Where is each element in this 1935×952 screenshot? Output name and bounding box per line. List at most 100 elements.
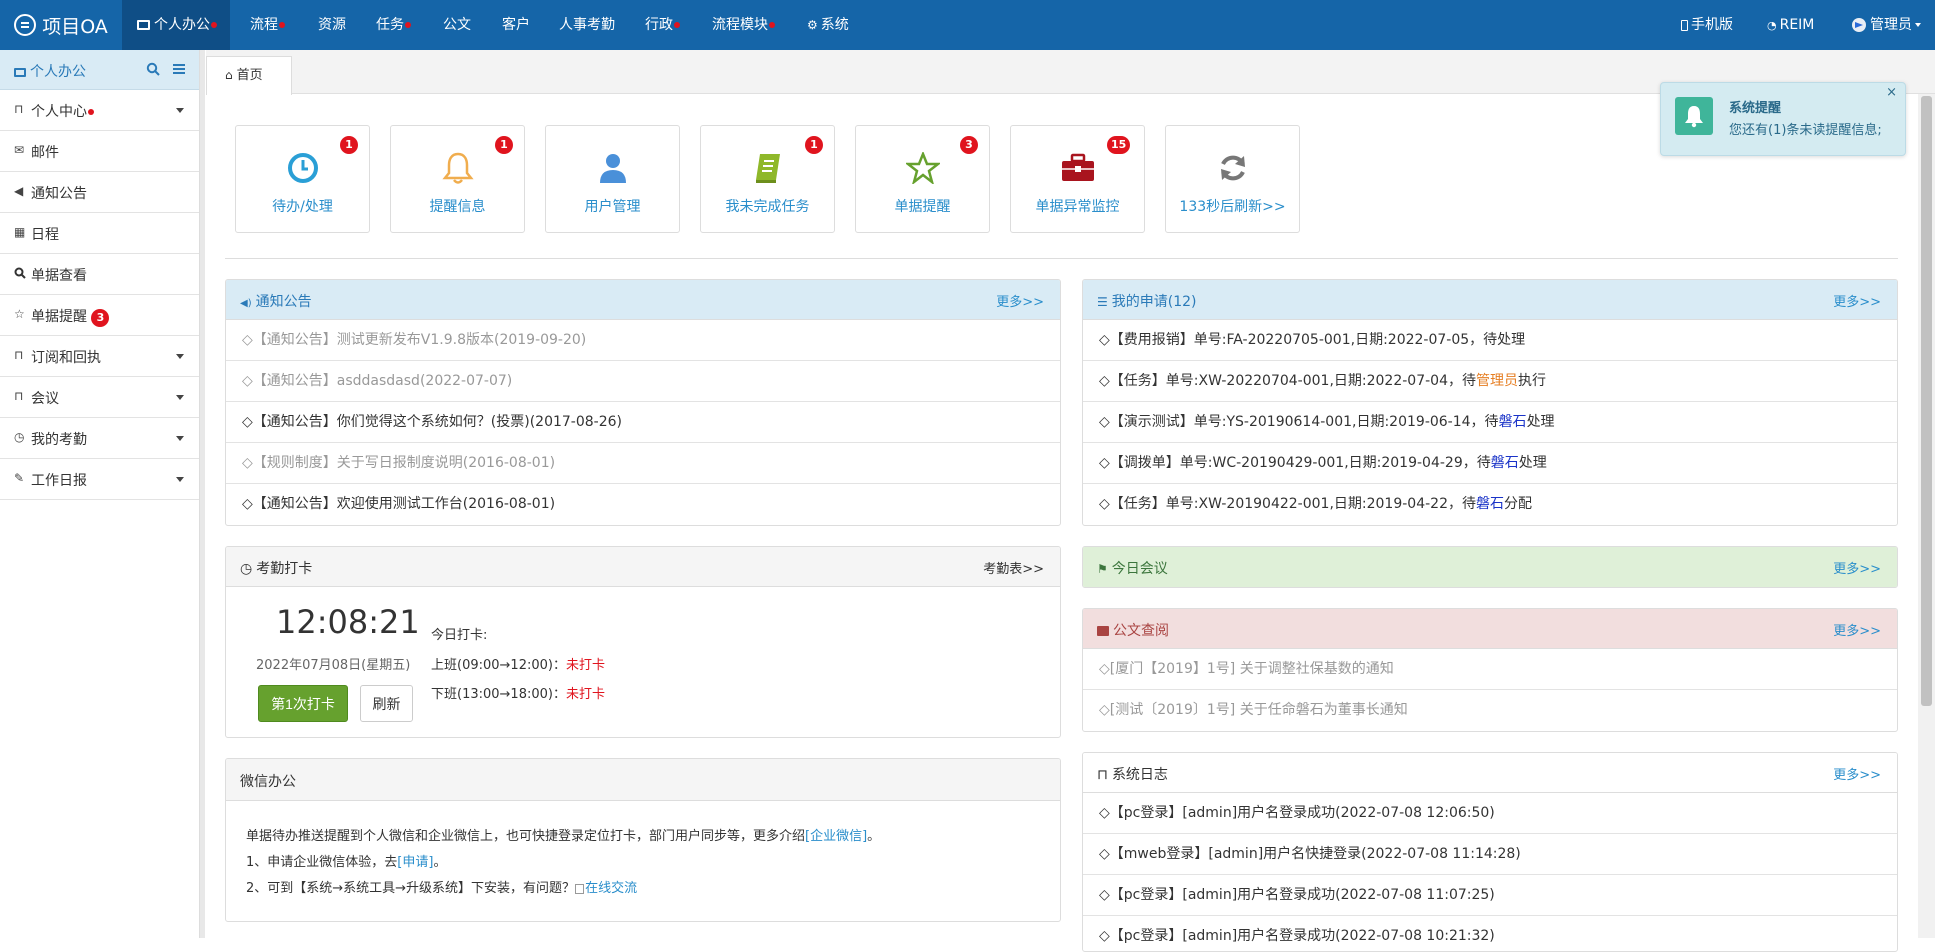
search-icon[interactable] <box>146 62 160 80</box>
clock-time: 12:08:21 <box>276 603 420 641</box>
nav-item-admin[interactable]: 行政 <box>645 0 680 50</box>
user-icon <box>546 150 679 186</box>
nav-dot <box>769 22 775 28</box>
bell-icon <box>391 150 524 186</box>
tile-user-manage[interactable]: 用户管理 <box>545 125 680 233</box>
nav-item-resource[interactable]: 资源 <box>318 0 346 50</box>
more-link[interactable]: 更多>> <box>1833 764 1881 783</box>
list-item[interactable]: ◇【任务】单号:XW-20190422-001,日期:2019-04-22，待磐… <box>1083 484 1897 525</box>
list-item[interactable]: ◇[厦门【2019】1号] 关于调整社保基数的通知 <box>1083 649 1897 690</box>
sidebar-item-daily-report[interactable]: ✎ 工作日报 <box>0 459 199 500</box>
nav-item-process[interactable]: 流程 <box>250 0 285 50</box>
tile-my-tasks[interactable]: 1 我未完成任务 <box>700 125 835 233</box>
edit-icon: ✎ <box>14 471 25 485</box>
nav-dot <box>674 22 680 28</box>
chat-icon: ◔ <box>1767 19 1777 32</box>
system-notification[interactable]: 系统提醒 您还有(1)条未读提醒信息; × <box>1660 82 1906 156</box>
apply-link[interactable]: [申请] <box>397 855 433 870</box>
caret-down-icon <box>176 395 184 400</box>
nav-item-customer[interactable]: 客户 <box>502 0 530 50</box>
am-punch-row: 上班(09:00→12:00)：未打卡 <box>431 658 605 673</box>
tile-refresh[interactable]: 133秒后刷新>> <box>1165 125 1300 233</box>
menu-icon[interactable] <box>172 62 186 80</box>
wechat-line-2: 1、申请企业微信体验，去[申请]。 <box>246 855 447 870</box>
nav-user[interactable]: 管理员 <box>1852 0 1921 50</box>
list-item[interactable]: ◇【调拨单】单号:WC-20190429-001,日期:2019-04-29，待… <box>1083 443 1897 484</box>
broken-image-icon <box>575 883 585 894</box>
list-item[interactable]: ◇【通知公告】欢迎使用测试工作台(2016-08-01) <box>226 484 1060 525</box>
list-item[interactable]: ◇【通知公告】测试更新发布V1.9.8版本(2019-09-20) <box>226 320 1060 361</box>
panel-header: ◷ 考勤打卡 考勤表>> <box>226 547 1060 587</box>
nav-item-system[interactable]: ⚙ 系统 <box>807 0 849 50</box>
nav-item-document[interactable]: 公文 <box>443 0 471 50</box>
caret-down-icon <box>176 354 184 359</box>
tile-todo[interactable]: 1 待办/处理 <box>235 125 370 233</box>
nav-dot <box>211 22 217 28</box>
nav-dot <box>405 22 411 28</box>
avatar <box>1852 18 1866 32</box>
nav-item-flow-module[interactable]: 流程模块 <box>712 0 775 50</box>
sidebar-item-meeting[interactable]: ⊓ 会议 <box>0 377 199 418</box>
nav-reim[interactable]: ◔ REIM <box>1767 0 1814 50</box>
sidebar-item-subscribe[interactable]: ⊓ 订阅和回执 <box>0 336 199 377</box>
more-link[interactable]: 更多>> <box>996 291 1044 310</box>
nav-item-hr[interactable]: 人事考勤 <box>559 0 615 50</box>
bookmark-icon: ⊓ <box>14 389 24 403</box>
list-item[interactable]: ◇[测试〔2019〕1号] 关于任命磐石为董事长通知 <box>1083 690 1897 731</box>
wechat-line-3: 2、可到【系统→系统工具→升级系统】下安装，有问题？ 在线交流 <box>246 881 638 896</box>
bookmark-icon: ⊓ <box>14 102 24 116</box>
clock-icon: ◷ <box>14 430 25 444</box>
list-item[interactable]: ◇【pc登录】[admin]用户名登录成功(2022-07-08 12:06:5… <box>1083 793 1897 834</box>
bell-icon <box>1675 97 1713 135</box>
refresh-button[interactable]: 刷新 <box>360 685 413 722</box>
more-link[interactable]: 更多>> <box>1833 558 1881 577</box>
nav-mobile[interactable]: 手机版 <box>1681 0 1733 50</box>
sidebar: 个人办公 ⊓ 个人中心 ✉ 邮件 ◀ 通知公告 ▦ 日程 单据查看 ☆ 单据提醒 3 ⊓ 订… <box>0 50 205 938</box>
punch-button[interactable]: 第1次打卡 <box>258 685 348 722</box>
close-icon[interactable]: × <box>1886 85 1897 100</box>
nav-item-personal[interactable]: 个人办公 <box>122 0 230 50</box>
online-chat-image-link[interactable]: 在线交流 <box>575 881 637 896</box>
sidebar-item-personal-center[interactable]: ⊓ 个人中心 <box>0 90 199 131</box>
sidebar-item-doc-view[interactable]: 单据查看 <box>0 254 199 295</box>
nav-item-task[interactable]: 任务 <box>376 0 411 50</box>
list-item[interactable]: ◇【演示测试】单号:YS-20190614-001,日期:2019-06-14，… <box>1083 402 1897 443</box>
wechat-panel: 微信办公 单据待办推送提醒到个人微信和企业微信上，也可快捷登录定位打卡，部门用户… <box>225 758 1061 922</box>
app-title: 项目OA <box>42 15 108 38</box>
tile-anomaly-monitor[interactable]: 15 单据异常监控 <box>1010 125 1145 233</box>
tile-reminder[interactable]: 1 提醒信息 <box>390 125 525 233</box>
list-item[interactable]: ◇【mweb登录】[admin]用户名快捷登录(2022-07-08 11:14… <box>1083 834 1897 875</box>
app-brand[interactable]: 项目OA <box>0 0 122 50</box>
caret-down-icon <box>1915 23 1921 27</box>
tab-home[interactable]: ⌂ 首页 <box>206 56 292 95</box>
nav-dot <box>88 109 94 115</box>
sidebar-item-attendance[interactable]: ◷ 我的考勤 <box>0 418 199 459</box>
more-link[interactable]: 更多>> <box>1833 291 1881 310</box>
wechat-link[interactable]: [企业微信] <box>805 829 867 844</box>
pm-punch-row: 下班(13:00→18:00)：未打卡 <box>431 687 605 702</box>
sidebar-item-mail[interactable]: ✉ 邮件 <box>0 131 199 172</box>
sidebar-title: 个人办公 <box>14 61 86 81</box>
speaker-icon: ◀) <box>240 298 252 309</box>
list-item[interactable]: ◇【通知公告】你们觉得这个系统如何？(投票)(2017-08-26) <box>226 402 1060 443</box>
list-item[interactable]: ◇【任务】单号:XW-20220704-001,日期:2022-07-04，待管… <box>1083 361 1897 402</box>
list-item[interactable]: ◇【pc登录】[admin]用户名登录成功(2022-07-08 11:07:2… <box>1083 875 1897 916</box>
notification-title: 系统提醒 <box>1729 101 1782 116</box>
gear-icon: ⚙ <box>807 18 818 32</box>
scrollbar-thumb[interactable] <box>1921 96 1932 706</box>
more-link[interactable]: 更多>> <box>1833 620 1881 639</box>
panel-header: ◀) 通知公告 更多>> <box>226 280 1060 320</box>
tile-doc-remind[interactable]: 3 单据提醒 <box>855 125 990 233</box>
list-item[interactable]: ◇【费用报销】单号:FA-20220705-001,日期:2022-07-05，… <box>1083 320 1897 361</box>
attendance-table-link[interactable]: 考勤表>> <box>983 558 1044 577</box>
sidebar-item-schedule[interactable]: ▦ 日程 <box>0 213 199 254</box>
search-icon <box>14 267 27 280</box>
doc-panel: 公文查阅 更多>> ◇[厦门【2019】1号] 关于调整社保基数的通知 ◇[测试… <box>1082 608 1898 732</box>
list-item[interactable]: ◇【pc登录】[admin]用户名登录成功(2022-07-08 10:21:3… <box>1083 916 1897 951</box>
list-item[interactable]: ◇【规则制度】关于写日报制度说明(2016-08-01) <box>226 443 1060 484</box>
page-scrollbar[interactable] <box>1918 94 1935 938</box>
sidebar-item-doc-remind[interactable]: ☆ 单据提醒 3 <box>0 295 199 336</box>
list-item[interactable]: ◇【通知公告】asddasdasd(2022-07-07) <box>226 361 1060 402</box>
monitor-icon <box>137 20 150 30</box>
sidebar-item-notice[interactable]: ◀ 通知公告 <box>0 172 199 213</box>
